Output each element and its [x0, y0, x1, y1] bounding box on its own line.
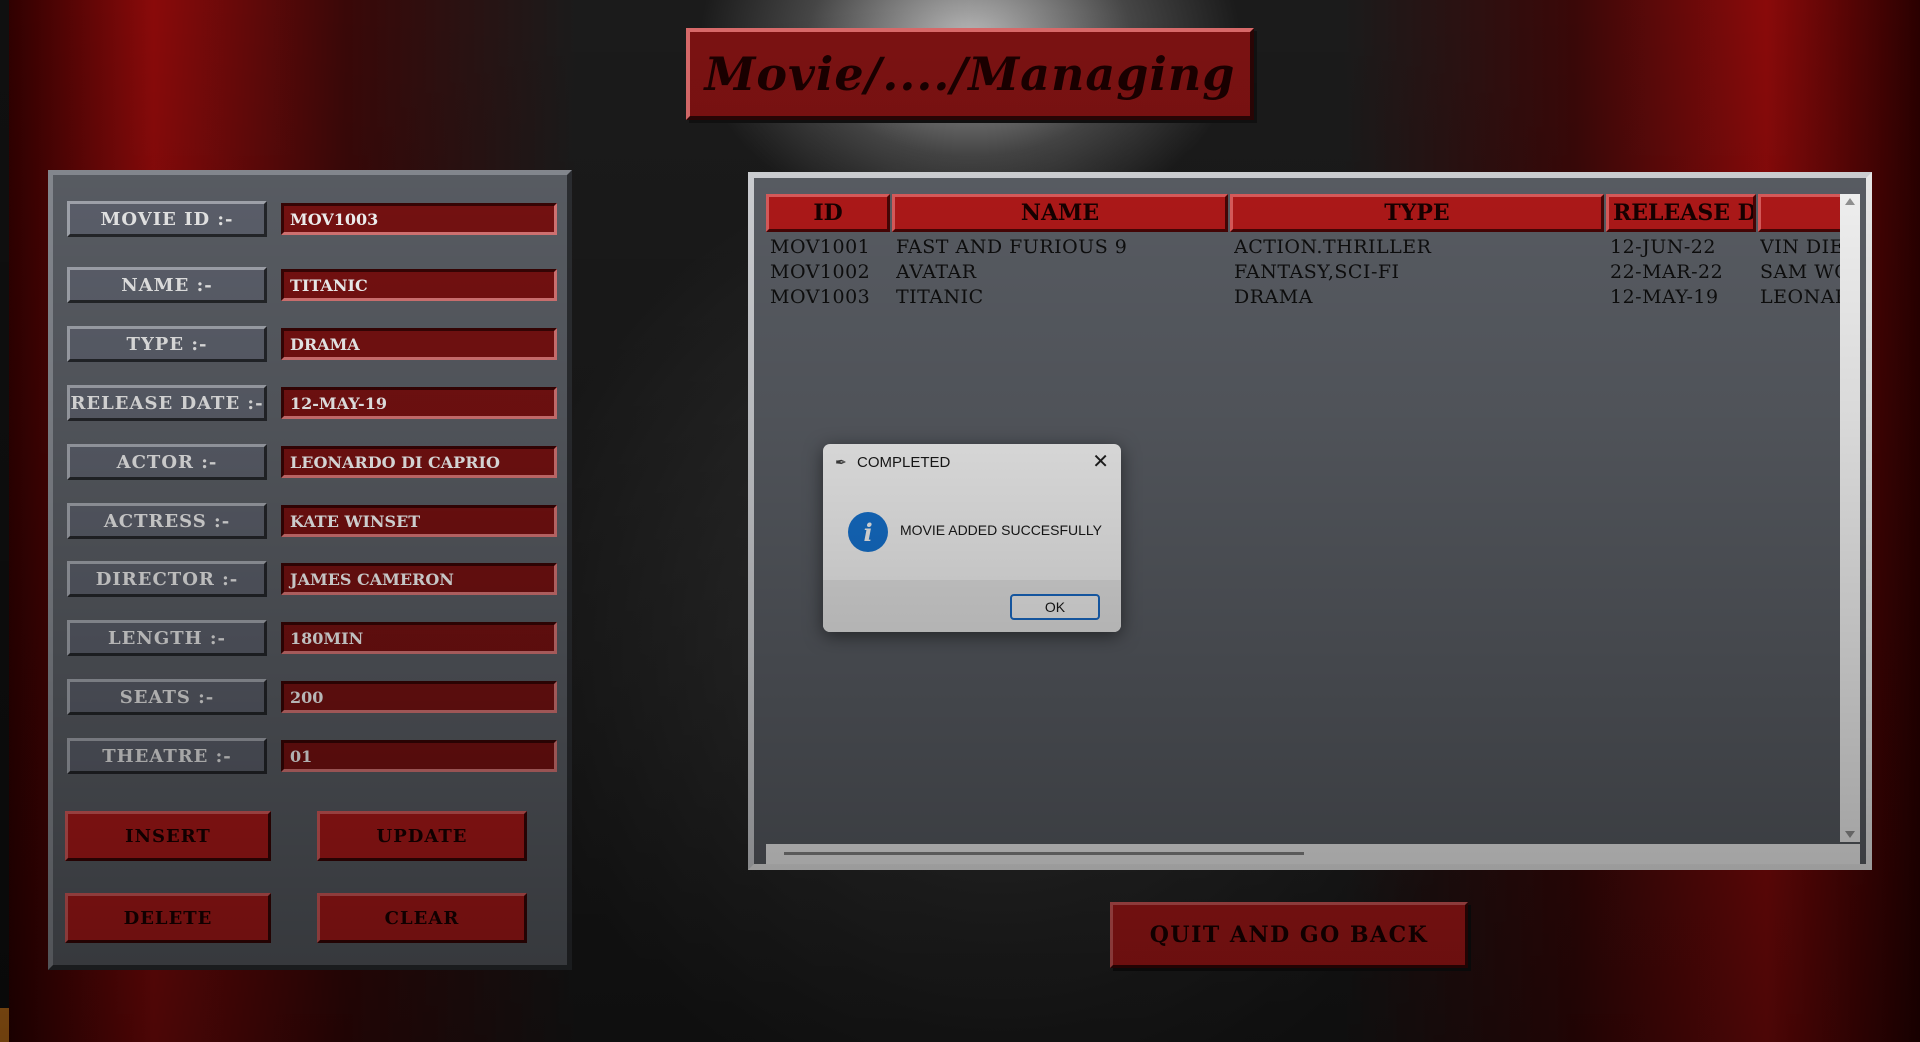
actor-input[interactable]: LEONARDO DI CAPRIO	[281, 446, 557, 478]
table-cell[interactable]: LEONAR	[1760, 285, 1840, 309]
column-header-release-date[interactable]: RELEASE D	[1606, 194, 1756, 232]
table-cell[interactable]: MOV1002	[770, 260, 888, 284]
info-icon: i	[848, 512, 888, 552]
director-label: DIRECTOR :-	[67, 561, 267, 597]
director-input[interactable]: JAMES CAMERON	[281, 563, 557, 595]
actor-label: ACTOR :-	[67, 444, 267, 480]
column-header-actor[interactable]	[1758, 194, 1840, 232]
movie-id-input[interactable]: MOV1003	[281, 203, 557, 235]
table-cell[interactable]: MOV1003	[770, 285, 888, 309]
column-header-id[interactable]: ID	[766, 194, 890, 232]
column-header-type[interactable]: TYPE	[1230, 194, 1604, 232]
vertical-scrollbar[interactable]	[1840, 194, 1860, 842]
table-cell[interactable]: FAST AND FURIOUS 9	[896, 235, 1226, 259]
page-title: Movie/..../Managing	[704, 47, 1236, 101]
length-label: LENGTH :-	[67, 620, 267, 656]
table-cell[interactable]: SAM WO	[1760, 260, 1840, 284]
delete-button[interactable]: DELETE	[65, 893, 271, 943]
name-label: NAME :-	[67, 267, 267, 303]
table-cell[interactable]: 12-JUN-22	[1610, 235, 1756, 259]
movie-form-panel: MOVIE ID :- MOV1003 NAME :- TITANIC TYPE…	[48, 170, 572, 970]
horizontal-scroll-thumb[interactable]	[784, 852, 1304, 855]
scroll-down-arrow-icon[interactable]	[1845, 831, 1855, 838]
table-cell[interactable]: DRAMA	[1234, 285, 1604, 309]
horizontal-scrollbar[interactable]	[766, 844, 1860, 864]
release-date-input[interactable]: 12-MAY-19	[281, 387, 557, 419]
window-left-edge	[0, 0, 9, 1042]
close-icon[interactable]: ✕	[1092, 450, 1109, 474]
seats-label: SEATS :-	[67, 679, 267, 715]
window-corner-accent	[0, 1008, 9, 1042]
actress-input[interactable]: KATE WINSET	[281, 505, 557, 537]
scroll-up-arrow-icon[interactable]	[1845, 198, 1855, 205]
ok-button[interactable]: OK	[1010, 594, 1100, 620]
table-cell[interactable]: TITANIC	[896, 285, 1226, 309]
name-input[interactable]: TITANIC	[281, 269, 557, 301]
theatre-input[interactable]: 01	[281, 740, 557, 772]
table-cell[interactable]: FANTASY,SCI-FI	[1234, 260, 1604, 284]
dialog-message: MOVIE ADDED SUCCESFULLY	[900, 522, 1103, 538]
table-cell[interactable]: 12-MAY-19	[1610, 285, 1756, 309]
theatre-label: THEATRE :-	[67, 738, 267, 774]
quit-and-go-back-button[interactable]: QUIT AND GO BACK	[1110, 902, 1468, 968]
table-cell[interactable]: MOV1001	[770, 235, 888, 259]
completed-dialog: ✒ COMPLETED ✕ i MOVIE ADDED SUCCESFULLY …	[823, 444, 1121, 632]
type-label: TYPE :-	[67, 326, 267, 362]
table-cell[interactable]: 22-MAR-22	[1610, 260, 1756, 284]
table-cell[interactable]: VIN DIES	[1760, 235, 1840, 259]
update-button[interactable]: UPDATE	[317, 811, 527, 861]
release-date-label: RELEASE DATE :-	[67, 385, 267, 421]
table-cell[interactable]: AVATAR	[896, 260, 1226, 284]
actress-label: ACTRESS :-	[67, 503, 267, 539]
column-header-name[interactable]: NAME	[892, 194, 1228, 232]
feather-icon: ✒	[835, 454, 847, 470]
clear-button[interactable]: CLEAR	[317, 893, 527, 943]
dialog-title: COMPLETED	[857, 454, 951, 471]
table-cell[interactable]: ACTION.THRILLER	[1234, 235, 1604, 259]
movie-id-label: MOVIE ID :-	[67, 201, 267, 237]
type-input[interactable]: DRAMA	[281, 328, 557, 360]
insert-button[interactable]: INSERT	[65, 811, 271, 861]
length-input[interactable]: 180MIN	[281, 622, 557, 654]
dialog-footer: OK	[823, 580, 1121, 632]
seats-input[interactable]: 200	[281, 681, 557, 713]
title-banner: Movie/..../Managing	[686, 28, 1254, 120]
